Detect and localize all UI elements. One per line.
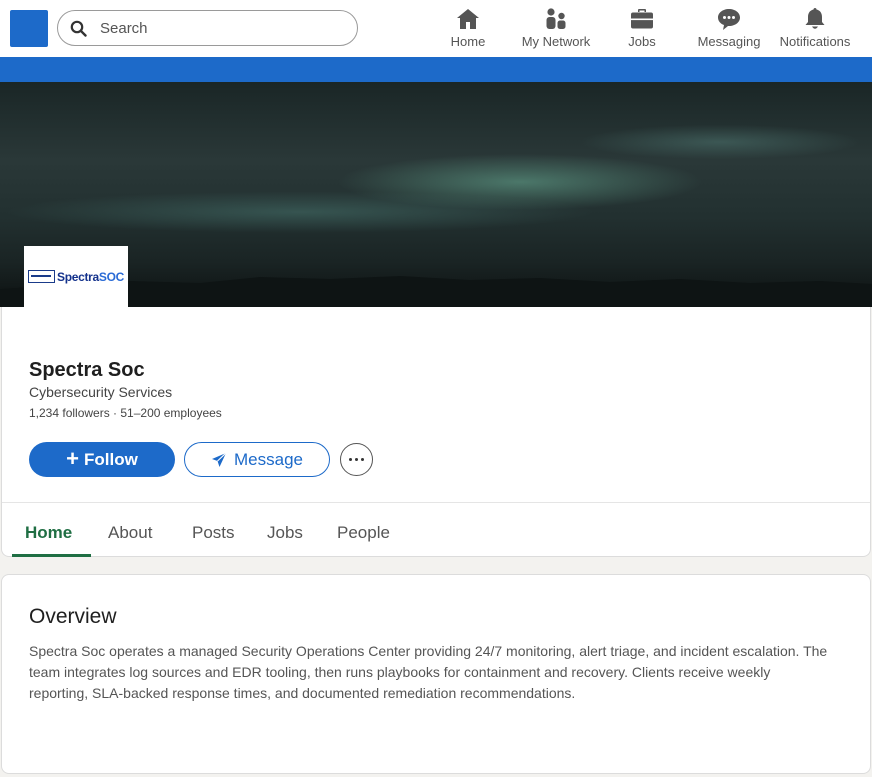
more-dot-icon [361,458,364,461]
overview-title: Overview [29,605,117,628]
app-logo[interactable] [10,10,48,47]
logo-text-accent: SOC [98,270,125,284]
search-input[interactable] [100,17,340,39]
overview-description: Spectra Soc operates a managed Security … [29,643,828,701]
nav-jobs[interactable]: Jobs [622,6,662,52]
search-box[interactable] [57,10,358,46]
logo-mark [28,270,55,283]
tab-about[interactable]: About [108,513,152,553]
follow-button[interactable]: + Follow [29,442,175,477]
company-stats: 1,234 followers · 51–200 employees [29,406,222,420]
briefcase-icon [631,9,653,29]
nav-jobs-label: Jobs [628,34,656,49]
active-tab-indicator [12,554,91,557]
plus-icon: + [66,445,80,471]
more-dot-icon [355,458,358,461]
tab-people[interactable]: People [337,513,390,553]
horizon-silhouette [0,276,872,307]
home-icon [457,9,479,29]
send-icon [212,452,227,467]
nav-home[interactable]: Home [448,6,488,52]
logo-wordmark: SpectraSOC [57,270,124,284]
company-logo[interactable]: SpectraSOC [24,246,128,308]
company-industry: Cybersecurity Services [29,384,173,400]
more-dot-icon [349,458,352,461]
nav-messaging-label: Messaging [697,34,761,49]
message-button[interactable]: Message [184,442,330,477]
tabs-divider [2,502,870,503]
bell-icon [805,8,825,29]
tab-jobs[interactable]: Jobs [267,513,303,553]
search-icon [70,20,87,37]
company-name: Spectra Soc [29,359,145,381]
overview-card: Overview Spectra Soc operates a managed … [1,574,871,774]
cover-image [0,82,872,307]
nav-messaging[interactable]: Messaging [694,6,764,52]
message-button-label: Message [234,449,303,469]
nav-my-network[interactable]: My Network [516,6,596,52]
top-nav-bar: Home My Network Jobs Messaging [0,0,872,57]
nav-notifications-label: Notifications [779,34,851,49]
tab-posts[interactable]: Posts [192,513,235,553]
nav-home-label: Home [450,34,486,49]
nav-my-network-label: My Network [521,34,591,49]
network-icon [546,8,566,29]
logo-text-primary: Spectra [57,270,99,284]
company-profile-card: Spectra Soc Cybersecurity Services 1,234… [1,307,871,557]
more-options-button[interactable] [340,443,373,476]
tab-home[interactable]: Home [25,513,72,553]
messaging-icon [718,9,740,30]
follow-button-label: Follow [84,449,138,469]
brand-strip [0,57,872,82]
nav-notifications[interactable]: Notifications [776,6,854,52]
